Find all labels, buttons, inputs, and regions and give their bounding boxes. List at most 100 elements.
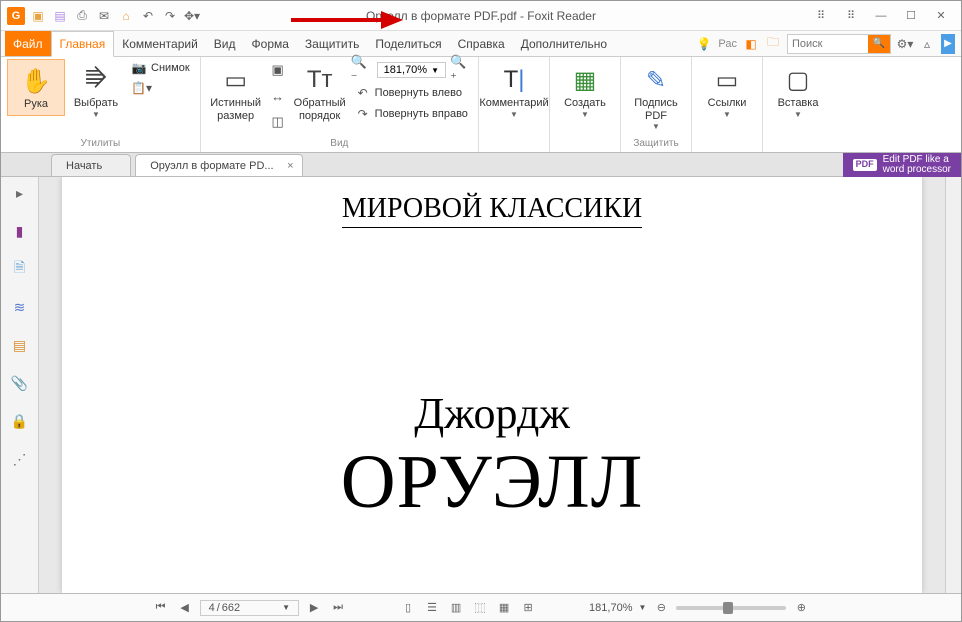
next-page-button[interactable]: ▶ <box>305 599 323 617</box>
undo-icon[interactable]: ↶ <box>139 7 157 25</box>
group-view-label: Вид <box>207 137 472 150</box>
home-toolbar-icon[interactable]: ⌂ <box>117 7 135 25</box>
zoom-slider[interactable] <box>676 606 786 610</box>
window-custom1-icon[interactable]: ⠿ <box>807 6 835 26</box>
page-viewport[interactable]: МИРОВОЙ КЛАССИКИ Джордж ОРУЭЛЛ <box>39 177 945 593</box>
tab-document[interactable]: Оруэлл в формате PD... × <box>135 154 302 176</box>
clipboard-button[interactable]: 📋▾ <box>127 79 194 97</box>
tab-comment[interactable]: Комментарий <box>114 31 206 56</box>
tab-file[interactable]: Файл <box>5 31 51 56</box>
view-mode5-icon[interactable]: ▦ <box>495 599 513 617</box>
actual-size-icon: ▭ <box>224 63 247 97</box>
window-controls: ⠿ ⠿ — ☐ ✕ <box>807 6 955 26</box>
search-box[interactable]: 🔍 <box>787 34 891 54</box>
vertical-scrollbar[interactable] <box>945 177 961 593</box>
total-pages: 662 <box>222 602 240 614</box>
tab-extra[interactable]: Дополнительно <box>513 31 615 56</box>
ribbon-tabs: Файл Главная Комментарий Вид Форма Защит… <box>1 31 961 57</box>
gear-icon[interactable]: ⚙▾ <box>897 36 913 52</box>
comments-panel-icon[interactable]: ▤ <box>10 335 30 355</box>
view-mode6-icon[interactable]: ⊞ <box>519 599 537 617</box>
text-highlight-icon: T| <box>504 63 525 97</box>
insert-button[interactable]: ▢ Вставка ▼ <box>769 59 827 123</box>
links-button[interactable]: ▭ Ссылки ▼ <box>698 59 756 123</box>
continuous-view-icon[interactable]: ☰ <box>423 599 441 617</box>
nav-more-icon[interactable]: ⋰ <box>10 449 30 469</box>
two-continuous-view-icon[interactable]: ⿲ <box>471 599 489 617</box>
link-icon: ▭ <box>716 63 739 97</box>
tab-start[interactable]: Начать <box>51 154 131 176</box>
window-title: Оруэлл в формате PDF.pdf - Foxit Reader <box>366 9 596 23</box>
nav-expand-icon[interactable]: ▸ <box>10 183 30 203</box>
status-zoom-value: 181,70% <box>589 602 632 614</box>
close-button[interactable]: ✕ <box>927 6 955 26</box>
attachments-panel-icon[interactable]: 📎 <box>10 373 30 393</box>
pages-panel-icon[interactable]: 🗎 <box>10 259 30 279</box>
last-page-button[interactable]: ⏭ <box>329 599 347 617</box>
pointer-mode-icon[interactable]: ✥▾ <box>183 7 201 25</box>
sign-pdf-button[interactable]: ✎ Подпись PDF ▼ <box>627 59 685 135</box>
window-custom2-icon[interactable]: ⠿ <box>837 6 865 26</box>
folder-icon[interactable]: 🗀 <box>765 36 781 52</box>
hand-tool-button[interactable]: ✋ Рука <box>7 59 65 116</box>
rotate-left-button[interactable]: ↶ Повернуть влево <box>351 84 472 102</box>
page-indicator[interactable]: 4 / 662 ▼ <box>200 600 299 616</box>
single-page-view-icon[interactable]: ▯ <box>399 599 417 617</box>
maximize-button[interactable]: ☐ <box>897 6 925 26</box>
select-tool-button[interactable]: ⭆ Выбрать ▼ <box>67 59 125 123</box>
bookmark-panel-icon[interactable]: ▮ <box>10 221 30 241</box>
collapse-ribbon-icon[interactable]: ▵ <box>919 36 935 52</box>
security-panel-icon[interactable]: 🔒 <box>10 411 30 431</box>
open-icon[interactable]: ▣ <box>29 7 47 25</box>
tab-view[interactable]: Вид <box>206 31 244 56</box>
reflow-button[interactable]: Tᴛ Обратный порядок <box>291 59 349 126</box>
zoom-combo[interactable]: 181,70% ▼ <box>377 62 446 78</box>
redo-icon[interactable]: ↷ <box>161 7 179 25</box>
zoom-in-icon[interactable]: 🔍⁺ <box>450 59 472 81</box>
tab-help[interactable]: Справка <box>450 31 513 56</box>
close-tab-icon[interactable]: × <box>287 160 293 172</box>
rotate-right-button[interactable]: ↷ Повернуть вправо <box>351 105 472 123</box>
ras-label: Рас <box>718 38 737 50</box>
minimize-button[interactable]: — <box>867 6 895 26</box>
titlebar: G ▣ ▤ ⎙ ✉ ⌂ ↶ ↷ ✥▾ Оруэлл в формате PDF.… <box>1 1 961 31</box>
side-handle-icon[interactable]: ▶ <box>941 34 955 54</box>
status-bar: ⏮ ◀ 4 / 662 ▼ ▶ ⏭ ▯ ☰ ▥ ⿲ ▦ ⊞ 181,70% ▼ … <box>1 593 961 621</box>
app-logo-icon[interactable]: G <box>7 7 25 25</box>
create-button[interactable]: ▦ Создать ▼ <box>556 59 614 123</box>
search-input[interactable] <box>788 38 868 50</box>
zoom-out-button[interactable]: ⊖ <box>652 599 670 617</box>
actual-size-button[interactable]: ▭ Истинный размер <box>207 59 265 126</box>
promo-banner[interactable]: PDF Edit PDF like a word processor <box>843 153 961 177</box>
save-icon[interactable]: ▤ <box>51 7 69 25</box>
camera-icon: 📷 <box>131 61 147 75</box>
email-icon[interactable]: ✉ <box>95 7 113 25</box>
bulb-icon[interactable]: 💡 <box>696 36 712 52</box>
fit-visible-icon[interactable]: ◫ <box>267 111 289 133</box>
tab-protect[interactable]: Защитить <box>297 31 367 56</box>
chevron-down-icon[interactable]: ▼ <box>638 603 646 612</box>
print-icon[interactable]: ⎙ <box>73 7 91 25</box>
fit-width-icon[interactable]: ↔ <box>267 85 289 107</box>
author-firstname: Джордж <box>102 388 882 439</box>
pref-icon[interactable]: ◧ <box>743 36 759 52</box>
pdf-badge-icon: PDF <box>853 159 877 170</box>
fit-page-icon[interactable]: ▣ <box>267 59 289 81</box>
rotate-right-icon: ↷ <box>355 107 371 121</box>
group-comment: T| Комментарий ▼ <box>479 57 550 152</box>
zoom-out-icon[interactable]: 🔍⁻ <box>351 59 373 81</box>
tab-home[interactable]: Главная <box>51 31 115 57</box>
search-button[interactable]: 🔍 <box>868 35 890 53</box>
tab-form[interactable]: Форма <box>244 31 297 56</box>
chevron-down-icon: ▼ <box>510 110 518 119</box>
prev-page-button[interactable]: ◀ <box>176 599 194 617</box>
tab-share[interactable]: Поделиться <box>367 31 449 56</box>
first-page-button[interactable]: ⏮ <box>152 599 170 617</box>
layers-panel-icon[interactable]: ≋ <box>10 297 30 317</box>
links-label: Ссылки <box>708 97 747 110</box>
tab-document-label: Оруэлл в формате PD... <box>150 160 273 172</box>
two-page-view-icon[interactable]: ▥ <box>447 599 465 617</box>
snapshot-button[interactable]: 📷 Снимок <box>127 59 194 77</box>
comment-button[interactable]: T| Комментарий ▼ <box>485 59 543 123</box>
zoom-in-button[interactable]: ⊕ <box>792 599 810 617</box>
